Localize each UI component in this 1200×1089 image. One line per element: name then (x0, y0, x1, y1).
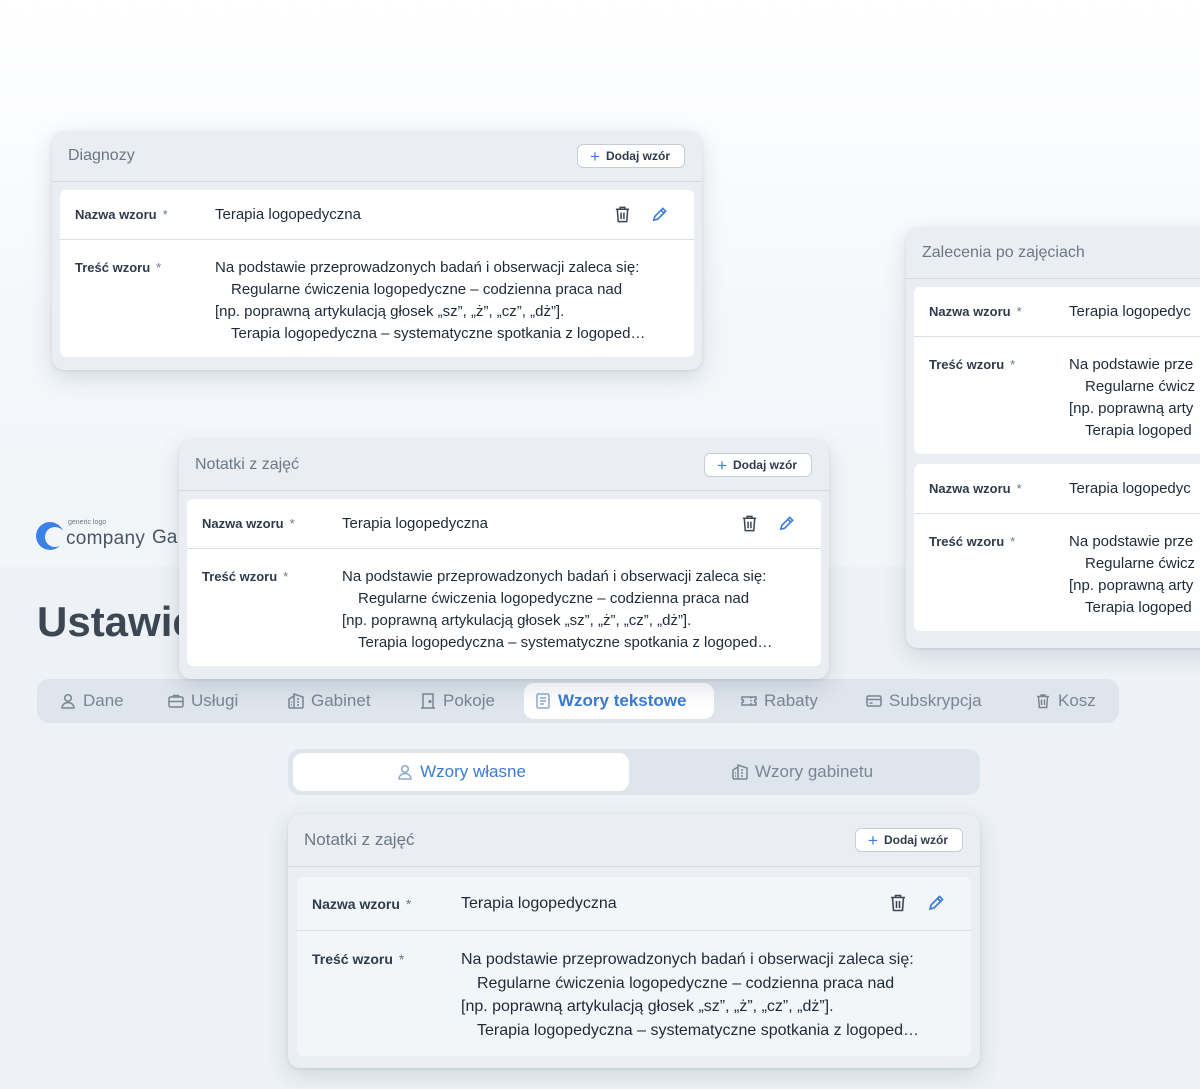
tab-label: Gabinet (311, 691, 371, 710)
tab-pokoje[interactable]: Pokoje (409, 683, 505, 719)
user-icon (61, 693, 75, 709)
subtab-wzory-gabinetu[interactable]: Wzory gabinetu (634, 753, 970, 791)
name-label: Nazwa wzoru (202, 516, 284, 531)
plus-icon: + (717, 455, 727, 475)
edit-icon[interactable] (927, 894, 945, 912)
subtab-label: Wzory własne (420, 762, 526, 781)
logo-wordmark: company (66, 528, 146, 549)
tab-label: Subskrypcja (889, 691, 982, 710)
template-card-notatki: Notatki z zajęć + Dodaj wzór Nazwa wzoru… (288, 814, 980, 1068)
name-label: Nazwa wzoru (312, 895, 400, 912)
add-template-label: Dodaj wzór (883, 833, 948, 847)
add-template-button[interactable]: + Dodaj wzór (577, 144, 685, 168)
building-icon (732, 763, 748, 780)
template-entry: Nazwa wzoru * Terapia logopedyczna Treść … (187, 499, 821, 666)
template-body: Na podstawie prze Regularne ćwicz [np. p… (1069, 356, 1196, 439)
template-name: Terapia logopedyc (1069, 480, 1191, 497)
add-template-button[interactable]: + Dodaj wzór (704, 453, 812, 477)
template-body: Na podstawie przeprowadzonych badań i ob… (461, 951, 920, 1039)
add-template-button[interactable]: + Dodaj wzór (855, 828, 963, 852)
page-title: Ustawie (37, 598, 196, 645)
card-title: Notatki z zajęć (304, 830, 415, 849)
tab-label: Pokoje (443, 691, 495, 710)
template-entry: Nazwa wzoru * Terapia logopedyczna Treść … (297, 877, 971, 1056)
template-body: Na podstawie przeprowadzonych badań i ob… (342, 568, 773, 651)
delete-icon[interactable] (614, 205, 631, 224)
body-label: Treść wzoru (202, 569, 278, 584)
company-logo[interactable]: generic logo company (36, 519, 146, 550)
logo-tagline: generic logo (68, 519, 107, 526)
body-label: Treść wzoru (312, 951, 393, 967)
template-body: Na podstawie prze Regularne ćwicz [np. p… (1069, 533, 1196, 616)
body-label: Treść wzoru (929, 357, 1005, 372)
name-label: Nazwa wzoru (929, 481, 1011, 496)
tab-wzory-tekstowe[interactable]: Wzory tekstowe (524, 683, 714, 719)
door-icon (421, 693, 435, 709)
template-name: Terapia logopedyczna (215, 206, 361, 223)
briefcase-icon (168, 694, 184, 708)
template-entry: Nazwa wzoru * Terapia logopedyc Treść wzo… (914, 464, 1200, 631)
tab-label: Kosz (1058, 691, 1096, 710)
template-name: Terapia logopedyczna (461, 894, 617, 912)
tab-label: Rabaty (764, 691, 818, 710)
template-body: Na podstawie przeprowadzonych badań i ob… (215, 259, 646, 342)
tab-kosz[interactable]: Kosz (1024, 683, 1106, 719)
template-name: Terapia logopedyc (1069, 303, 1191, 320)
card-title: Diagnozy (68, 147, 135, 164)
body-label: Treść wzoru (75, 260, 151, 275)
tab-gabinet[interactable]: Gabinet (277, 683, 381, 719)
building-icon (288, 692, 304, 709)
delete-icon[interactable] (889, 893, 907, 913)
tab-label: Dane (83, 691, 124, 710)
app-name: Ga (152, 527, 178, 548)
logo-mark-icon (36, 522, 65, 550)
trash-icon (1037, 694, 1049, 709)
template-entry: Nazwa wzoru * Terapia logopedyc Treść wzo… (914, 287, 1200, 454)
plus-icon: + (590, 146, 600, 166)
document-icon (536, 693, 550, 709)
card-title: Notatki z zajęć (195, 456, 300, 473)
required-marker: * (405, 895, 412, 912)
tab-uslugi[interactable]: Usługi (157, 683, 248, 719)
delete-icon[interactable] (741, 514, 758, 533)
tab-subskrypcja[interactable]: Subskrypcja (855, 683, 992, 719)
body-label: Treść wzoru (929, 534, 1005, 549)
template-card-notatki-floating: Notatki z zajęć + Dodaj wzór Nazwa wzoru… (179, 440, 829, 679)
name-label: Nazwa wzoru (929, 304, 1011, 319)
edit-icon[interactable] (651, 206, 668, 223)
edit-icon[interactable] (778, 515, 795, 532)
template-entry: Nazwa wzoru * Terapia logopedyczna Treść … (60, 190, 694, 357)
subtab-wzory-wlasne[interactable]: Wzory własne (293, 753, 629, 791)
template-card-zalecenia: Zalecenia po zajęciach Nazwa wzoru * Tera… (906, 228, 1200, 648)
tab-label: Usługi (191, 691, 239, 710)
subtab-label: Wzory gabinetu (754, 762, 874, 781)
card-title: Zalecenia po zajęciach (922, 244, 1085, 261)
ticket-icon (741, 696, 757, 706)
user-icon (398, 764, 412, 780)
tab-dane[interactable]: Dane (49, 683, 134, 719)
template-name: Terapia logopedyczna (342, 515, 488, 532)
tab-rabaty[interactable]: Rabaty (730, 683, 828, 719)
card-icon (866, 695, 882, 707)
template-source-tabs: Wzory własne Wzory gabinetu (288, 749, 980, 795)
template-card-diagnozy: Diagnozy + Dodaj wzór Nazwa wzoru * Terap… (52, 131, 702, 370)
plus-icon: + (868, 830, 878, 850)
name-label: Nazwa wzoru (75, 207, 157, 222)
settings-tabs: Dane Usługi Gabinet Pokoje Wzory tekstow… (37, 679, 1119, 723)
tab-label: Wzory tekstowe (558, 691, 687, 710)
